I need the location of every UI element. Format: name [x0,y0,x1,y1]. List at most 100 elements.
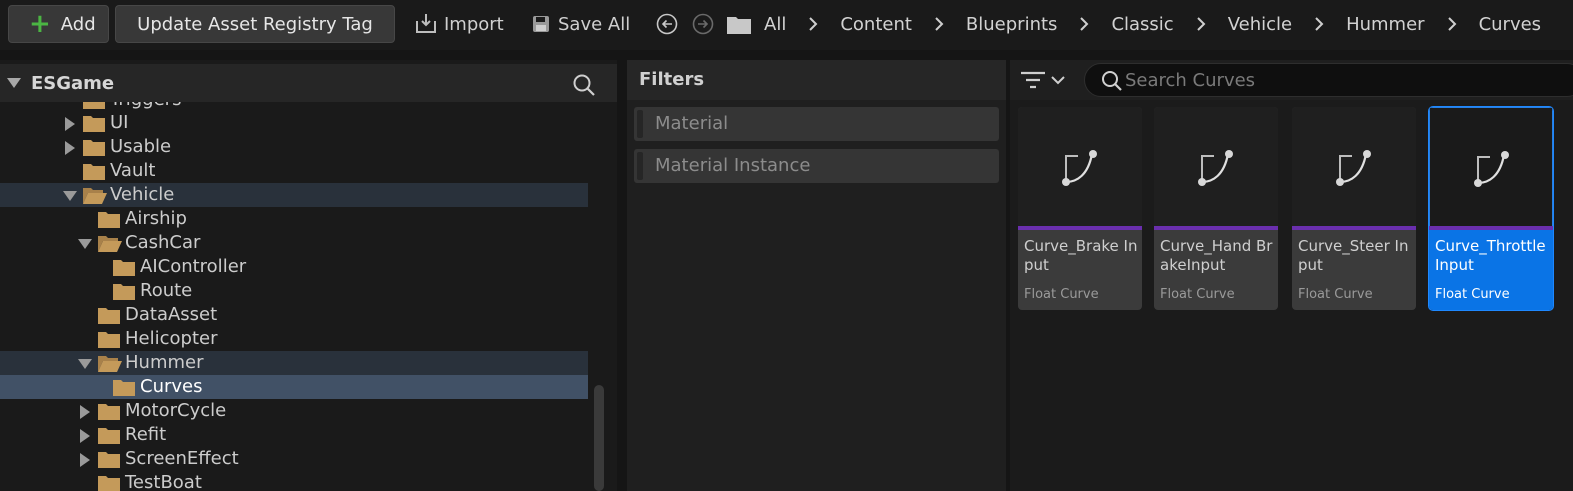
asset-tile-curve-handbrake-input[interactable]: Curve_Hand BrakeInput Float Curve [1154,107,1278,310]
filters-title: Filters [627,60,1006,100]
search-icon [1102,71,1122,91]
breadcrumb-item-classic[interactable]: Classic [1111,14,1173,35]
tree-scrollbar[interactable] [594,385,604,491]
add-button[interactable]: + Add [8,5,109,43]
breadcrumb-item-content[interactable]: Content [840,14,912,35]
tree-item-cashcar[interactable]: CashCar [0,231,588,255]
tree-item-motorcycle[interactable]: MotorCycle [0,399,588,423]
search-field[interactable] [1084,63,1573,97]
import-label: Import [444,13,504,35]
asset-tile-curve-throttle-input[interactable]: Curve_Throttle Input Float Curve [1428,106,1554,311]
tree-item-helicopter[interactable]: Helicopter [0,327,588,351]
tree-item-label: AIController [140,256,247,277]
update-asset-registry-tag-label: Update Asset Registry Tag [137,13,373,35]
search-input[interactable] [1125,68,1565,92]
asset-name: Curve_Hand BrakeInput [1160,237,1273,274]
tree-item-hummer[interactable]: Hummer [0,351,588,375]
save-icon [533,16,549,32]
filter-material[interactable]: Material [634,107,999,141]
tree-item-label: Airship [125,208,187,229]
asset-type-band [1429,226,1553,230]
back-arrow-icon[interactable] [656,13,678,35]
import-icon [416,14,436,33]
folder-icon [83,116,105,132]
tree-item-label: MotorCycle [125,400,227,421]
caret-down-icon[interactable] [78,359,92,369]
folder-icon [83,102,105,109]
caret-right-icon[interactable] [65,117,75,131]
asset-thumbnail [1018,107,1142,226]
folder-icon [113,284,135,300]
tree-item-label: UI [110,112,129,133]
caret-down-icon[interactable] [7,78,21,88]
breadcrumb-item-vehicle[interactable]: Vehicle [1228,14,1292,35]
tree-item-vehicle[interactable]: Vehicle [0,183,588,207]
save-all-label: Save All [558,13,631,35]
folder-icon [98,476,120,491]
folder-icon [113,380,135,396]
tree-item-vault[interactable]: Vault [0,159,588,183]
chevron-right-icon[interactable] [1074,17,1094,31]
chevron-right-icon[interactable] [803,17,823,31]
caret-down-icon[interactable] [63,191,77,201]
tree-item-label: Vehicle [110,184,175,205]
filter-dropdown[interactable] [1020,67,1082,93]
tree-item-usable[interactable]: Usable [0,135,588,159]
folder-icon[interactable] [726,13,752,35]
forward-arrow-icon[interactable] [692,13,714,35]
tree-item-testboat[interactable]: TestBoat [0,471,588,491]
tree-item-label: Route [140,280,193,301]
chevron-right-icon[interactable] [929,17,949,31]
breadcrumb-item-blueprints[interactable]: Blueprints [966,14,1058,35]
filter-material-instance[interactable]: Material Instance [634,149,999,183]
asset-tile-curve-steer-input[interactable]: Curve_Steer Input Float Curve [1292,107,1416,310]
caret-right-icon[interactable] [65,141,75,155]
tree-item-label: Usable [110,136,172,157]
breadcrumb-item-all[interactable]: All [764,14,786,35]
search-icon[interactable] [572,73,596,97]
tree-item-screeneffect[interactable]: ScreenEffect [0,447,588,471]
breadcrumb-item-hummer[interactable]: Hummer [1346,14,1425,35]
plus-icon: + [29,9,51,39]
chevron-right-icon[interactable] [1191,17,1211,31]
breadcrumb-item-curves[interactable]: Curves [1479,14,1541,35]
chevron-right-icon[interactable] [1309,17,1329,31]
folder-icon [83,164,105,180]
tree-item-label: Vault [110,160,156,181]
asset-type-band [1154,226,1278,230]
curve-icon [1336,150,1371,186]
caret-right-icon[interactable] [80,429,90,443]
folder-icon [98,452,120,468]
folder-tree-panel: ESGame Triggers UI Usable Vault [0,60,617,491]
tree-item-label: Helicopter [125,328,218,349]
asset-type: Float Curve [1435,287,1510,302]
asset-name: Curve_Brake Input [1024,237,1138,274]
caret-right-icon[interactable] [80,405,90,419]
tree-root-header[interactable]: ESGame [0,64,617,102]
tree-item-dataasset[interactable]: DataAsset [0,303,588,327]
tree-item-label: TestBoat [125,472,202,491]
import-button[interactable]: Import [414,10,504,38]
caret-right-icon[interactable] [80,453,90,467]
asset-view: Curve_Brake Input Float Curve Curve_Hand… [1010,60,1573,491]
filters-panel: Filters Material Material Instance [627,60,1006,491]
asset-name: Curve_Steer Input [1298,237,1409,274]
curve-icon [1474,151,1509,187]
tree-item-curves[interactable]: Curves [0,375,588,399]
caret-down-icon[interactable] [78,239,92,249]
tree-item-airship[interactable]: Airship [0,207,588,231]
breadcrumb: All Content Blueprints Classic Vehicle H… [764,11,1541,37]
open-folder-icon [83,188,107,204]
chevron-right-icon[interactable] [1442,17,1462,31]
save-all-button[interactable]: Save All [530,10,630,38]
tree-item-label: ScreenEffect [125,448,239,469]
tree-item-aicontroller[interactable]: AIController [0,255,588,279]
tree-item-refit[interactable]: Refit [0,423,588,447]
curve-icon [1198,150,1233,186]
chevron-down-icon [1051,76,1065,85]
folder-tree: Triggers UI Usable Vault Vehicle Airshi [0,102,590,491]
tree-item-ui[interactable]: UI [0,111,588,135]
update-asset-registry-tag-button[interactable]: Update Asset Registry Tag [115,5,395,43]
asset-tile-curve-brake-input[interactable]: Curve_Brake Input Float Curve [1018,107,1142,310]
tree-item-route[interactable]: Route [0,279,588,303]
